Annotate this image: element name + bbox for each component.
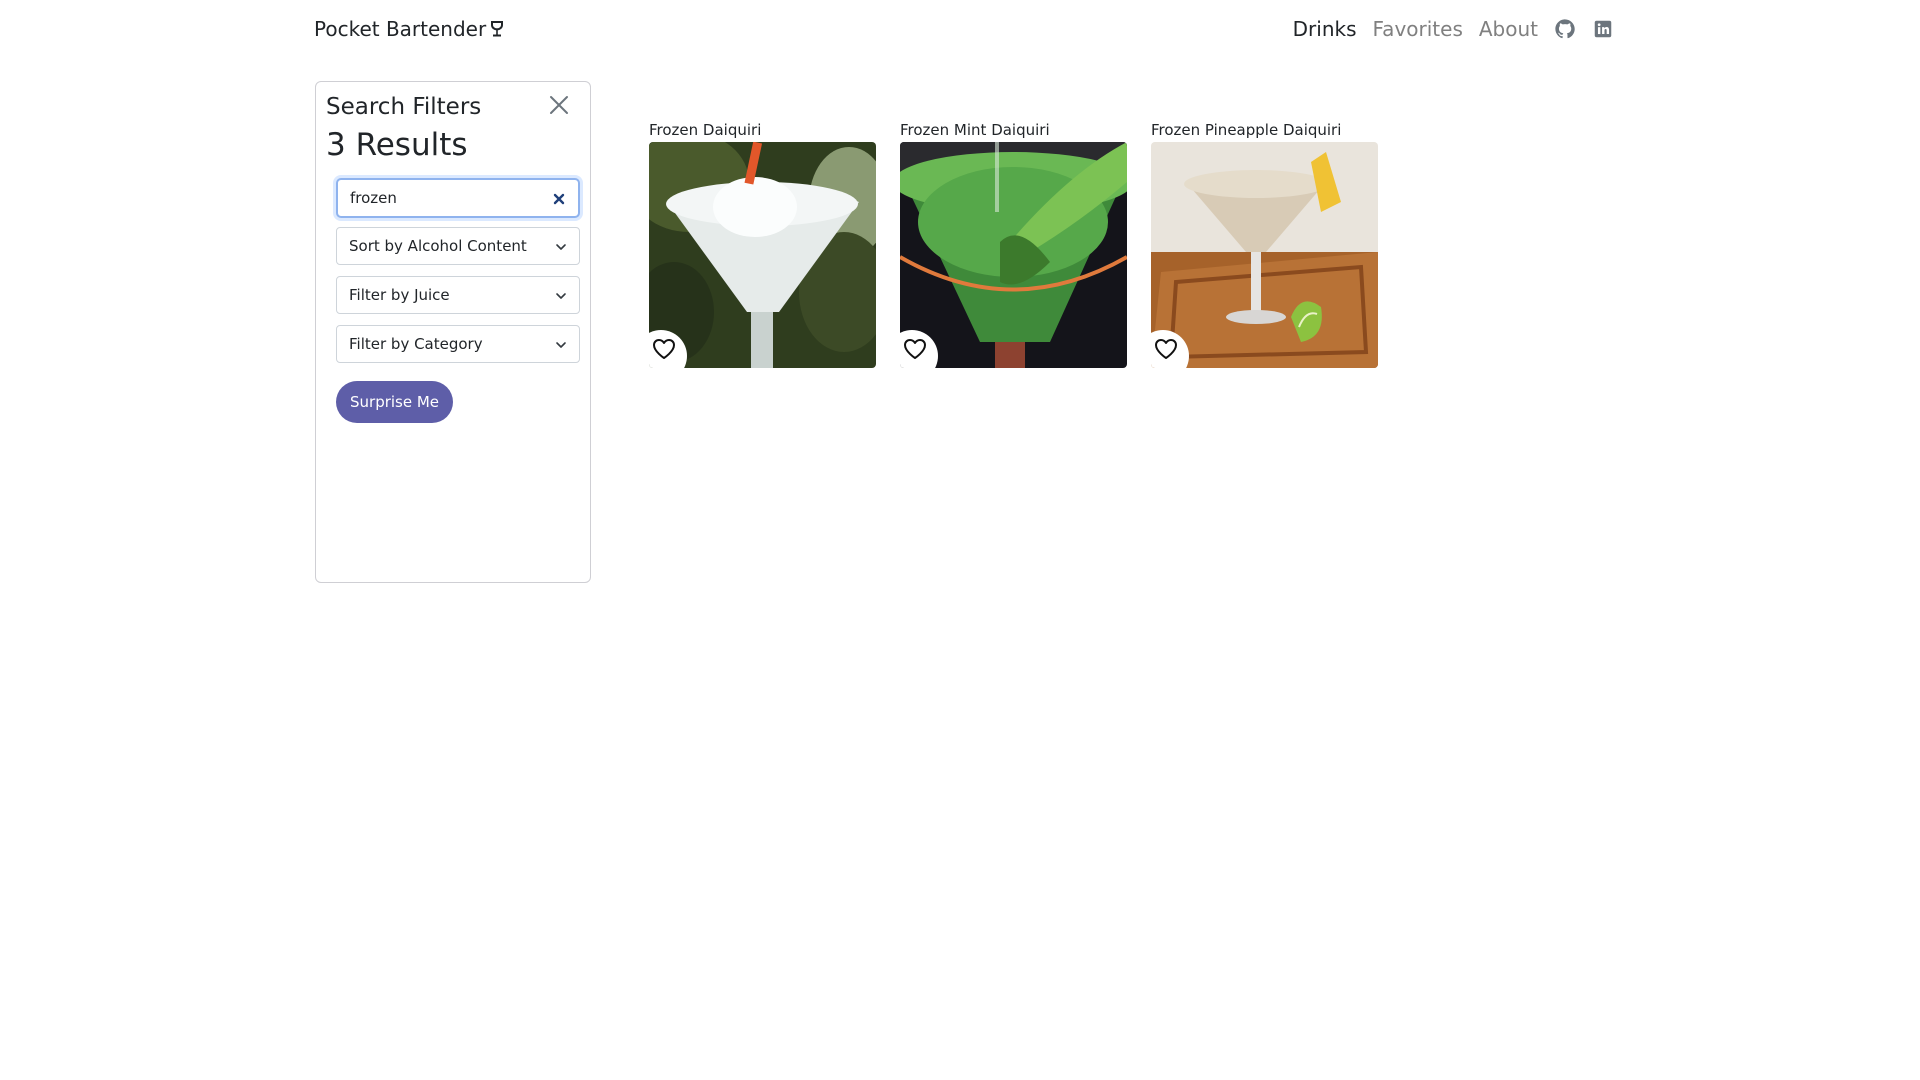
drink-card[interactable]: Frozen Pineapple Daiquiri: [1151, 118, 1378, 368]
juice-select[interactable]: Filter by Juice: [336, 276, 580, 314]
nav-favorites[interactable]: Favorites: [1373, 17, 1463, 41]
clear-search-icon[interactable]: [552, 192, 566, 206]
brand-title: Pocket Bartender: [314, 17, 487, 41]
search-filters-panel: Search Filters 3 Results Sort by Alcohol…: [315, 81, 591, 583]
surprise-me-button[interactable]: Surprise Me: [336, 381, 454, 423]
sort-select-label: Sort by Alcohol Content: [349, 237, 527, 255]
heart-outline-icon: [1155, 339, 1177, 359]
category-select[interactable]: Filter by Category: [336, 325, 580, 363]
chevron-down-icon: [556, 293, 566, 299]
drink-card[interactable]: Frozen Daiquiri: [649, 118, 876, 368]
nav-drinks[interactable]: Drinks: [1293, 17, 1357, 41]
frozen-pineapple-daiquiri-photo: [1151, 142, 1378, 368]
drink-image[interactable]: [900, 142, 1127, 368]
search-field: [336, 178, 580, 218]
drink-card[interactable]: Frozen Mint Daiquiri: [900, 118, 1127, 368]
drink-results: Frozen Daiquiri Frozen Mint Daiquiri Fro…: [649, 118, 1378, 368]
drink-image[interactable]: [1151, 142, 1378, 368]
search-input[interactable]: [338, 180, 550, 216]
drink-name: Frozen Pineapple Daiquiri: [1151, 121, 1342, 139]
category-select-label: Filter by Category: [349, 335, 483, 353]
wine-glass-icon: [491, 21, 504, 37]
linkedin-icon[interactable]: [1592, 18, 1614, 40]
results-count: 3 Results: [326, 127, 468, 163]
sort-select[interactable]: Sort by Alcohol Content: [336, 227, 580, 265]
frozen-daiquiri-photo: [649, 142, 876, 368]
nav-about[interactable]: About: [1479, 17, 1538, 41]
filters-title: Search Filters: [326, 94, 482, 120]
heart-outline-icon: [653, 339, 675, 359]
top-navbar: Pocket Bartender Drinks Favorites About: [314, 0, 1614, 62]
drink-image[interactable]: [649, 142, 876, 368]
close-icon[interactable]: [548, 94, 570, 116]
nav-links: Drinks Favorites About: [1293, 17, 1614, 41]
chevron-down-icon: [556, 342, 566, 348]
drink-name: Frozen Mint Daiquiri: [900, 121, 1050, 139]
juice-select-label: Filter by Juice: [349, 286, 450, 304]
chevron-down-icon: [556, 244, 566, 250]
frozen-mint-daiquiri-photo: [900, 142, 1127, 368]
brand-link[interactable]: Pocket Bartender: [314, 17, 504, 41]
github-icon[interactable]: [1554, 18, 1576, 40]
heart-outline-icon: [904, 339, 926, 359]
drink-name: Frozen Daiquiri: [649, 121, 762, 139]
page: Pocket Bartender Drinks Favorites About: [0, 0, 1920, 1080]
